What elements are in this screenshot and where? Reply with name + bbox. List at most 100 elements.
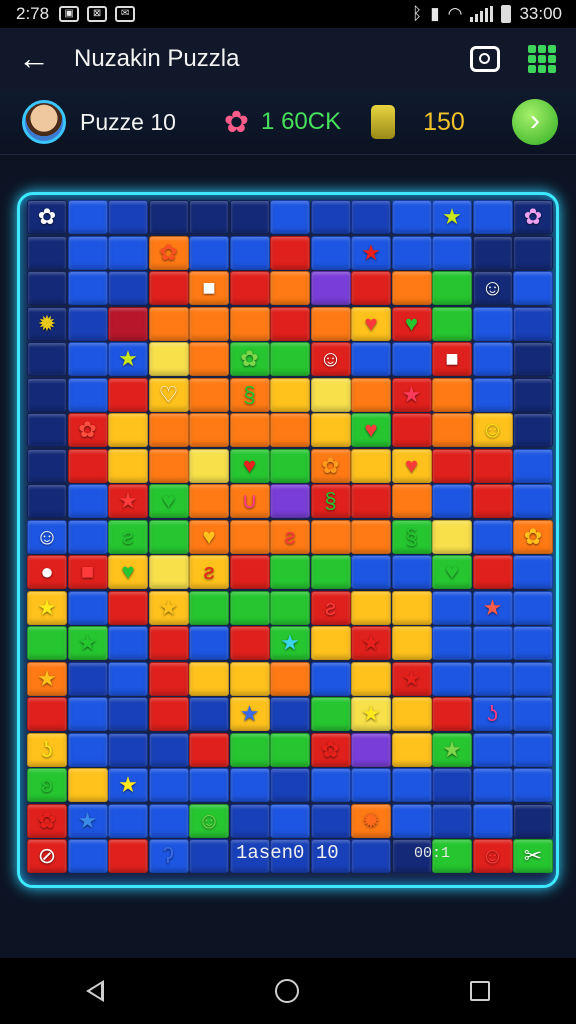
board-tile[interactable] — [189, 342, 229, 376]
board-tile[interactable]: ♥ — [229, 448, 270, 483]
board-tile[interactable] — [229, 519, 270, 554]
board-tile[interactable] — [27, 448, 67, 483]
board-tile[interactable]: ✿ — [148, 235, 189, 270]
board-tile[interactable] — [189, 448, 229, 483]
board-tile[interactable] — [391, 768, 432, 802]
board-tile[interactable] — [513, 590, 553, 625]
board-tile[interactable]: ★ — [108, 484, 148, 518]
board-tile[interactable] — [189, 839, 229, 873]
board-tile[interactable]: ʔ — [148, 839, 189, 873]
board-tile[interactable] — [108, 661, 148, 696]
board-tile[interactable] — [432, 803, 472, 838]
play-next-icon[interactable]: › — [512, 99, 558, 145]
board-tile[interactable] — [351, 200, 391, 234]
board-tile[interactable] — [310, 661, 351, 696]
board-tile[interactable]: ✿ — [310, 732, 351, 767]
board-tile[interactable] — [189, 590, 229, 625]
nav-back-icon[interactable] — [85, 980, 104, 1002]
board-tile[interactable] — [351, 732, 391, 767]
board-tile[interactable]: § — [391, 519, 432, 554]
board-tile[interactable] — [27, 271, 67, 305]
board-tile[interactable] — [432, 484, 472, 518]
board-tile[interactable]: ƨ — [108, 519, 148, 554]
board-tile[interactable] — [67, 271, 108, 305]
board-tile[interactable] — [391, 732, 432, 767]
board-tile[interactable] — [27, 484, 67, 518]
board-tile[interactable] — [67, 306, 108, 341]
board-tile[interactable]: ☺ — [472, 413, 513, 447]
grid-menu-icon[interactable] — [528, 45, 556, 73]
board-tile[interactable] — [148, 768, 189, 802]
board-tile[interactable] — [310, 377, 351, 412]
board-tile[interactable]: ★ — [472, 590, 513, 625]
board-tile[interactable]: ∪ — [229, 484, 270, 518]
board-tile[interactable]: ♥ — [148, 484, 189, 518]
board-tile[interactable] — [148, 448, 189, 483]
board-tile[interactable] — [67, 768, 108, 802]
board-tile[interactable] — [229, 235, 270, 270]
board-tile[interactable] — [270, 271, 310, 305]
board-tile[interactable]: ʖ — [27, 732, 67, 767]
board-tile[interactable] — [391, 413, 432, 447]
board-tile[interactable] — [351, 342, 391, 376]
board-tile[interactable] — [513, 803, 553, 838]
board-tile[interactable] — [189, 732, 229, 767]
board-tile[interactable] — [513, 626, 553, 660]
board-tile[interactable] — [270, 377, 310, 412]
board-tile[interactable] — [189, 484, 229, 518]
board-tile[interactable]: ✿ — [513, 519, 553, 554]
board-tile[interactable] — [27, 377, 67, 412]
board-tile[interactable] — [472, 377, 513, 412]
board-tile[interactable] — [67, 342, 108, 376]
board-tile[interactable] — [310, 271, 351, 305]
board-tile[interactable]: ʚ — [27, 768, 67, 802]
board-tile[interactable] — [310, 306, 351, 341]
board-tile[interactable]: ★ — [391, 377, 432, 412]
board-tile[interactable] — [310, 803, 351, 838]
board-tile[interactable]: ☺ — [472, 839, 513, 873]
board-tile[interactable]: ✿ — [27, 200, 67, 234]
board-tile[interactable] — [67, 200, 108, 234]
board-tile[interactable] — [148, 306, 189, 341]
board-tile[interactable] — [432, 235, 472, 270]
board-tile[interactable] — [108, 200, 148, 234]
board-tile[interactable] — [270, 803, 310, 838]
board-tile[interactable] — [391, 697, 432, 731]
board-tile[interactable] — [108, 839, 148, 873]
board-tile[interactable] — [391, 590, 432, 625]
board-tile[interactable] — [270, 768, 310, 802]
board-tile[interactable] — [310, 626, 351, 660]
board-tile[interactable] — [513, 768, 553, 802]
board-tile[interactable] — [108, 626, 148, 660]
board-tile[interactable] — [27, 626, 67, 660]
board-tile[interactable] — [229, 271, 270, 305]
board-tile[interactable]: ♥ — [351, 306, 391, 341]
board-tile[interactable] — [472, 200, 513, 234]
board-tile[interactable] — [351, 839, 391, 873]
board-tile[interactable] — [513, 342, 553, 376]
board-tile[interactable] — [229, 768, 270, 802]
board-tile[interactable] — [67, 519, 108, 554]
board-tile[interactable] — [472, 306, 513, 341]
board-tile[interactable] — [310, 697, 351, 731]
board-tile[interactable] — [229, 590, 270, 625]
board-tile[interactable] — [270, 732, 310, 767]
camera-icon[interactable] — [470, 46, 500, 72]
board-tile[interactable] — [391, 555, 432, 589]
board-tile[interactable] — [432, 377, 472, 412]
board-tile[interactable]: ● — [27, 555, 67, 589]
board-tile[interactable] — [472, 768, 513, 802]
board-tile[interactable]: ✹ — [351, 803, 391, 838]
board-tile[interactable]: ★ — [108, 768, 148, 802]
board-tile[interactable] — [513, 661, 553, 696]
board-tile[interactable]: ☺ — [189, 803, 229, 838]
board-tile[interactable]: ☺ — [310, 342, 351, 376]
board-tile[interactable]: ✂ — [513, 839, 553, 873]
board-tile[interactable] — [67, 590, 108, 625]
board-tile[interactable] — [351, 661, 391, 696]
board-tile[interactable] — [67, 377, 108, 412]
board-tile[interactable] — [351, 484, 391, 518]
board-tile[interactable]: ✿ — [513, 200, 553, 234]
board-tile[interactable] — [351, 377, 391, 412]
board-tile[interactable]: § — [310, 484, 351, 518]
